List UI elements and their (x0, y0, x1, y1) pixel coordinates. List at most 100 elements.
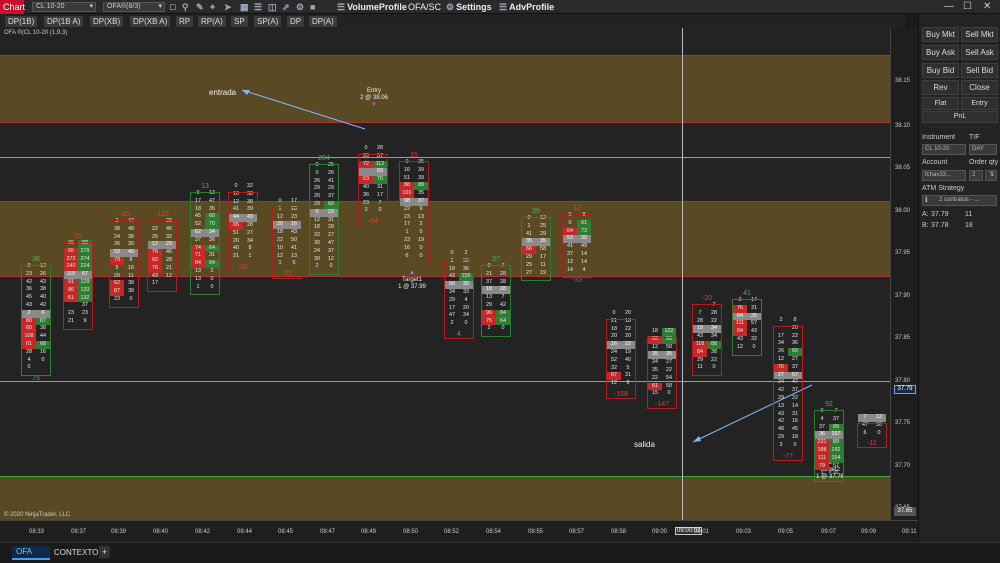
close-window-button[interactable]: ✕ (983, 0, 991, 14)
ask-volume: 192 (829, 446, 843, 455)
bid-volume: 91 (64, 278, 78, 287)
tif-select[interactable]: DAY (969, 144, 997, 155)
entry-button[interactable]: Entry (961, 97, 998, 110)
sell-ask-button[interactable]: Sell Ask (961, 45, 998, 60)
bid-volume: 29 (314, 200, 320, 207)
qty-stepper-icon[interactable]: ⇅ (985, 170, 997, 181)
footprint-bar: 0 17 5 28 12 23 20 16 18 43 22 50 10 41 12 13 1 5 -77 (272, 198, 302, 280)
footprint-row: 60 (858, 430, 886, 438)
sell-bid-button[interactable]: Sell Bid (961, 63, 998, 78)
footprint-row: 0 13 (191, 190, 219, 198)
tab-sp-a[interactable]: SP(A) (254, 16, 282, 27)
buy-bid-button[interactable]: Buy Bid (922, 63, 959, 78)
sell-market-button[interactable]: Sell Mkt (961, 27, 998, 42)
tab-ofa[interactable]: OFA (12, 546, 50, 560)
minimize-button[interactable]: — (944, 0, 954, 14)
tab-dp-xb-a[interactable]: DP(XB A) (130, 16, 171, 27)
bid-volume: 17 (449, 304, 455, 311)
magnify-icon[interactable]: ⚲ (182, 1, 189, 13)
atm-strategy-select[interactable]: 2 contratos - ... (922, 195, 997, 206)
footprint-row: 101 35 (400, 190, 428, 198)
chart-trader-icon[interactable]: ◫ (268, 1, 277, 13)
volumeprofile-icon: ☰ (337, 2, 346, 12)
pencil-icon[interactable]: ✎ (196, 1, 204, 13)
time-axis[interactable]: 08:33 08:37 08:39 08:40 08:42 08:44 08:45 08:47… (0, 520, 918, 542)
strategies-icon[interactable]: ⚙ (296, 1, 304, 13)
add-tab-button[interactable]: + (99, 546, 110, 558)
ask-volume: 23 (166, 218, 172, 224)
pnl-display: PnL (922, 111, 998, 123)
volumeprofile-button[interactable]: ☰ VolumeProfile (337, 1, 407, 13)
footprint-row: 10 34 (693, 325, 721, 334)
price-axis[interactable]: 38.15 38.10 38.05 38.00 37.95 37.90 37.8… (890, 28, 918, 520)
grid-icon[interactable]: ▦ (240, 1, 249, 13)
ask-volume: 28 (247, 221, 253, 228)
entrada-arrow-line[interactable] (241, 89, 366, 130)
bid-volume: 79 (815, 462, 829, 471)
buy-ask-button[interactable]: Buy Ask (922, 45, 959, 60)
ofa-sc-button[interactable]: OFA/SC (408, 1, 441, 13)
bid-volume: 42 (778, 418, 784, 425)
info-icon[interactable]: ℹ (925, 196, 928, 204)
bid-volume: 30 (314, 239, 320, 246)
buy-market-button[interactable]: Buy Mkt (922, 27, 959, 42)
tab-dp-1b-a[interactable]: DP(1B A) (44, 16, 84, 27)
ask-volume: 14 (792, 402, 798, 409)
bid-volume (693, 302, 707, 310)
chart-window-tag[interactable]: Chart (0, 0, 25, 14)
cursor-icon[interactable]: ➤ (224, 1, 232, 13)
bid-volume: 21 (233, 253, 239, 260)
bid-volume (148, 218, 162, 226)
bid-volume: 4 (27, 356, 31, 363)
crosshair-icon[interactable]: ⌖ (210, 1, 215, 13)
reverse-button[interactable]: Rev (922, 80, 959, 95)
advprofile-button[interactable]: ☰ AdvProfile (499, 1, 554, 13)
bid-volume: 15 (652, 390, 658, 397)
footprint-row: 21 9 (64, 318, 92, 326)
maximize-button[interactable]: ☐ (963, 0, 972, 14)
tab-dp-a[interactable]: DP(A) (309, 16, 337, 27)
ask-volume: 49 (581, 243, 587, 250)
flat-button[interactable]: Flat (922, 97, 959, 110)
bid-volume: 43 (449, 273, 455, 280)
tab-contexto[interactable]: CONTEXTO (54, 546, 98, 560)
tab-dp[interactable]: DP (287, 16, 305, 27)
chart-area[interactable]: OFA ®(CL 10-20 (1,9,3) © 2020 NinjaTrade… (0, 28, 890, 520)
instrument-field[interactable]: CL 10-20 (922, 144, 966, 155)
bid-volume: 13 (486, 294, 492, 301)
tab-dp-xb[interactable]: DP(XB) (90, 16, 124, 27)
ask-volume: 38 (711, 348, 717, 355)
bid-volume: 81 (648, 382, 662, 391)
bid-volume: 47 (862, 421, 868, 428)
footprint-row: 86 133 (64, 286, 92, 295)
instrument-select[interactable]: CL 10-20 (32, 2, 96, 12)
order-qty-input[interactable]: 2 (969, 170, 983, 181)
entrada-label: entrada (209, 88, 237, 97)
bar-type-icon[interactable]: □ (170, 1, 175, 13)
bar-delta-bottom: -77 (281, 271, 293, 279)
ask-volume: 30 (459, 281, 473, 289)
time-label: 08:40 (153, 529, 169, 535)
ask-volume: 25 (328, 162, 334, 168)
settings-button[interactable]: ⚙ Settings (446, 1, 492, 13)
tab-rp-a[interactable]: RP(A) (198, 16, 226, 27)
footprint-row: 47 34 (445, 312, 473, 320)
bid-volume: 1 (527, 222, 531, 229)
ask-volume: 47 (792, 379, 798, 386)
indicators-icon[interactable]: ⇗ (282, 1, 290, 13)
footprint-row: 0 32 (229, 183, 257, 191)
layers-icon[interactable]: ☰ (254, 1, 262, 13)
footprint-row: 12 23 (273, 214, 301, 222)
bid-volume: 87 (110, 288, 124, 296)
indicator-select[interactable]: OFA®(8/3) (103, 2, 165, 12)
bid-volume: 12 (233, 198, 239, 205)
tab-sp[interactable]: SP (231, 16, 248, 27)
bid-volume: 52 (611, 356, 617, 363)
properties-icon[interactable]: ■ (310, 1, 315, 13)
close-position-button[interactable]: Close (961, 80, 998, 95)
tab-rp[interactable]: RP (176, 16, 194, 27)
ask-volume: 13 (291, 252, 297, 259)
account-select[interactable]: fchav33... (922, 170, 966, 181)
tab-dp-1b[interactable]: DP(1B) (5, 16, 38, 27)
footprint-bar: 37 0 7 21 28 37 28 18 28 13 7 29 42 96 84 75 64 2 0 (481, 256, 511, 338)
